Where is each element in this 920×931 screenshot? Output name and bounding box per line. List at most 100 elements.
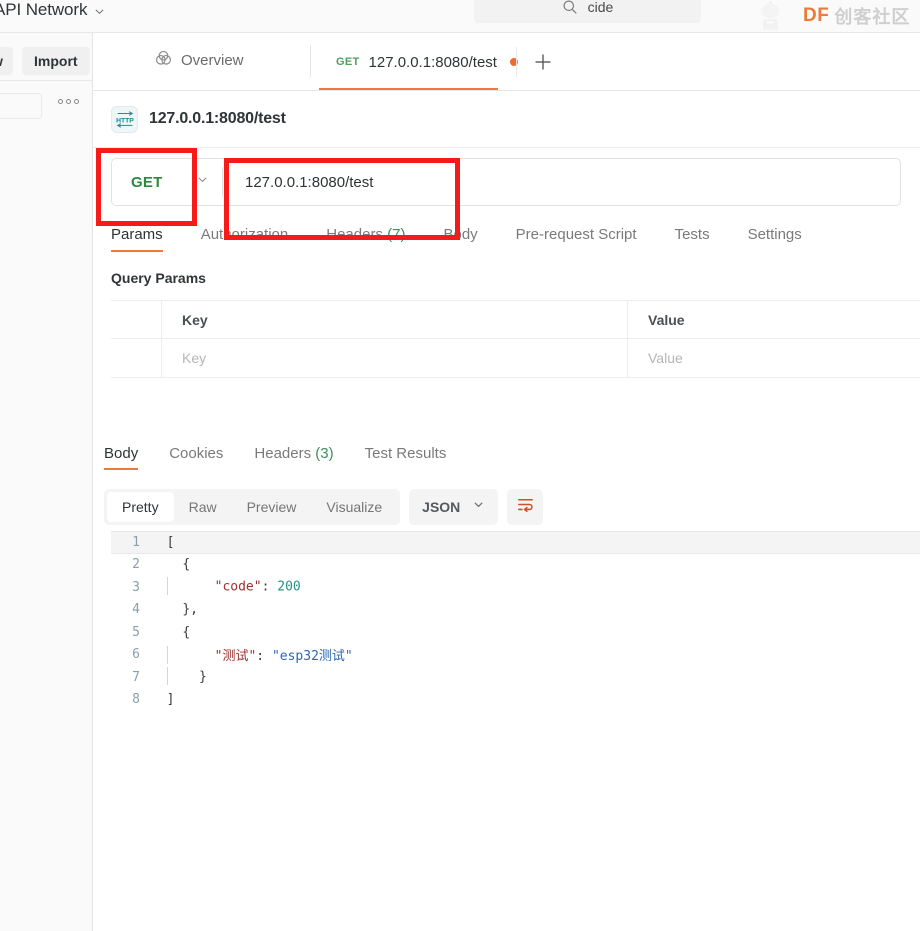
overview-circles-icon [155,50,172,71]
code-line: 1 [ [111,531,920,554]
robot-logo-icon [758,0,798,33]
tab-headers[interactable]: Headers (7) [326,226,405,252]
watermark: DF 创客社区 [758,0,918,34]
code-line: 7 } [111,666,920,689]
response-tab-body[interactable]: Body [104,445,139,470]
view-mode-pretty[interactable]: Pretty [107,492,174,522]
header-search-box[interactable]: cide [474,0,701,23]
tab-settings-label: Settings [747,226,802,243]
code-line-number: 7 [132,669,140,685]
ellipsis-icon[interactable] [58,99,79,104]
column-header-key: Key [182,311,208,328]
response-tab-test-results-label: Test Results [364,445,447,462]
key-input-placeholder[interactable]: Key [182,350,206,366]
code-line-text: ] [151,692,175,708]
response-tab-cookies-label: Cookies [169,445,224,462]
code-token: } [198,669,207,685]
tab-settings[interactable]: Settings [748,226,802,252]
tab-headers-label: Headers [326,226,383,243]
code-line-number: 3 [132,579,140,595]
indent-guide [166,667,168,686]
indent-guide [166,577,168,596]
code-token: : [261,579,278,595]
http-icon: HTTP [111,105,138,133]
code-token: "测试" [214,648,257,664]
code-token: }, [182,602,198,618]
tab-tests[interactable]: Tests [675,226,710,252]
new-tab-button[interactable] [530,49,556,75]
view-mode-preview[interactable]: Preview [232,492,312,522]
code-line: 8 ] [111,689,920,712]
top-header-bar: API Network cide DF 创客社区 [0,0,920,33]
postman-window: API Network cide DF 创客社区 Import Overview… [0,0,920,931]
response-tab-body-label: Body [104,445,139,462]
code-line: 2 { [111,554,920,577]
code-token: "code" [214,579,262,595]
tab-request-name: 127.0.0.1:8080/test [368,53,497,71]
request-title-row: HTTP 127.0.0.1:8080/test [93,91,920,148]
query-params-heading: Query Params [111,270,206,286]
wrap-text-button[interactable] [507,489,544,525]
method-label: GET [131,173,163,191]
tab-pre-request-script-label: Pre-request Script [515,226,637,243]
response-tab-headers[interactable]: Headers (3) [254,445,333,470]
code-line-text: }, [151,602,198,617]
tab-body[interactable]: Body [443,226,477,252]
tab-pre-request-script[interactable]: Pre-request Script [516,226,637,252]
code-line-text: { [151,625,190,640]
code-line-number: 8 [132,692,140,708]
column-header-value: Value [648,311,685,328]
query-params-table: Key Value Key Value [111,300,920,378]
chevron-down-icon [94,6,105,17]
svg-text:HTTP: HTTP [116,117,134,124]
code-line: 5 { [111,621,920,644]
tab-request-active[interactable]: GET 127.0.0.1:8080/test [322,33,532,91]
code-token: ] [166,692,175,708]
row-key-cell[interactable]: Key [162,339,628,377]
method-selector[interactable]: GET [112,159,222,205]
table-header-row: Key Value [111,300,920,339]
tab-active-underline [319,88,498,90]
response-body-code[interactable]: 1 [2 {3 "code": 200 4 }, 5 {6 "测试": "esp32… [111,531,920,721]
code-line-text: } [151,667,207,686]
code-token: 200 [277,579,301,595]
row-value-cell[interactable]: Value [628,339,920,377]
indent-guide [166,646,168,664]
search-input[interactable]: cide [588,0,614,15]
response-tab-headers-count: (3) [315,445,334,462]
new-button[interactable]: w [0,47,13,75]
value-input-placeholder[interactable]: Value [648,350,683,366]
code-token: : [256,648,272,664]
tab-params[interactable]: Params [111,226,163,252]
view-mode-visualize[interactable]: Visualize [311,492,397,522]
table-header-checkbox-cell [111,301,162,338]
tab-separator [516,47,517,77]
response-tab-test-results[interactable]: Test Results [365,445,447,470]
search-icon [562,0,578,15]
code-line: 4 }, [111,599,920,622]
row-checkbox-cell[interactable] [111,339,162,377]
code-line-text: "测试": "esp32测试" [151,645,353,666]
url-input[interactable]: 127.0.0.1:8080/test [223,159,900,205]
url-bar-wrapper: GET 127.0.0.1:8080/test [111,158,920,206]
format-select[interactable]: JSON [409,489,499,525]
code-line-number: 2 [132,557,140,573]
request-title[interactable]: 127.0.0.1:8080/test [149,110,286,128]
tab-authorization[interactable]: Authorization [201,226,289,252]
response-tab-headers-label: Headers [254,445,312,462]
workspace-label: API Network [0,0,88,19]
tab-authorization-label: Authorization [200,226,289,243]
tab-overview[interactable]: Overview [155,50,244,71]
import-button[interactable]: Import [22,47,90,75]
response-format-toolbar: Pretty Raw Preview Visualize JSON [104,489,544,525]
response-tab-cookies[interactable]: Cookies [169,445,223,470]
sidebar-search-input[interactable] [0,93,42,119]
code-token: "esp32测试" [271,648,353,664]
watermark-brand: DF [803,5,830,26]
workspace-switcher[interactable]: API Network [0,0,105,20]
tab-params-label: Params [111,226,163,243]
view-mode-raw[interactable]: Raw [174,492,232,522]
tab-divider [310,45,311,77]
wrap-text-icon [516,495,535,519]
table-row[interactable]: Key Value [111,339,920,378]
